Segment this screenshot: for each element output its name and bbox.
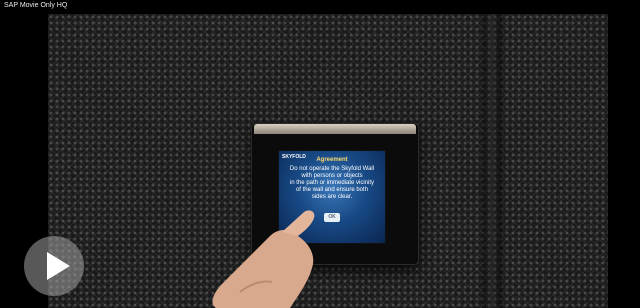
control-panel-top-edge — [254, 124, 416, 134]
screen-title: Agreement — [316, 157, 348, 163]
letterbox-right — [608, 14, 640, 308]
message-line: in the path or immediate vicinity — [289, 180, 375, 186]
play-icon — [47, 252, 70, 280]
wall-seam — [482, 14, 502, 308]
message-line: of the wall and ensure both — [295, 187, 369, 193]
hand-image — [212, 210, 315, 308]
play-button[interactable] — [24, 236, 84, 296]
message-line: Do not operate the Skyfold Wall — [289, 166, 375, 172]
message-line: with persons or objects — [301, 173, 363, 179]
video-title: SAP Movie Only HQ — [4, 2, 68, 9]
video-frame[interactable]: SAP Movie Only HQ SKYFOLD Agreement Do n… — [0, 0, 640, 308]
video-title-bar: SAP Movie Only HQ — [0, 0, 640, 14]
